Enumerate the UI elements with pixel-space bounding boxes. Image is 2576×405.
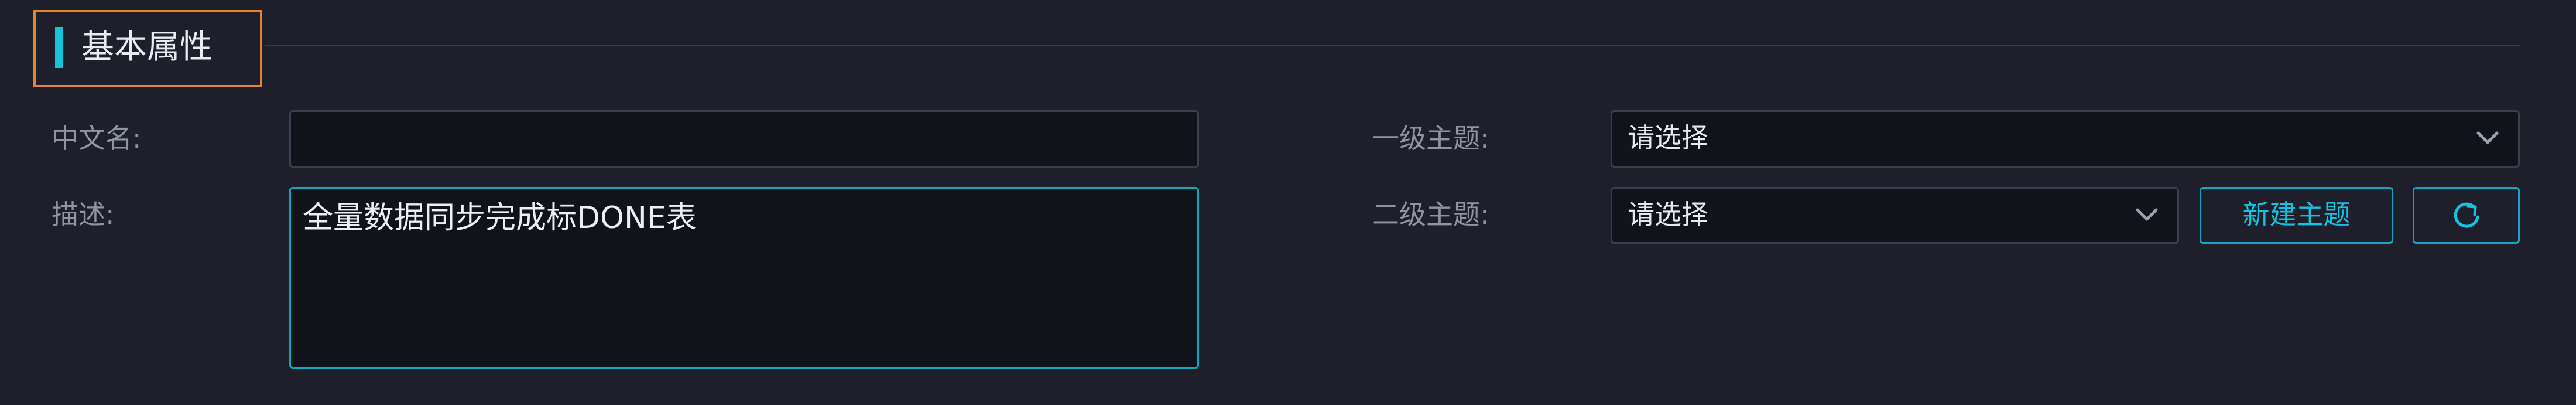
level2-topic-select[interactable]: 请选择 bbox=[1611, 187, 2179, 244]
refresh-button[interactable] bbox=[2413, 187, 2520, 244]
level2-topic-value: 请选择 bbox=[1628, 199, 1708, 230]
level2-topic-label: 二级主题: bbox=[1372, 199, 1489, 230]
section-accent-bar bbox=[55, 27, 63, 68]
level1-topic-label: 一级主题: bbox=[1372, 122, 1489, 154]
description-textarea[interactable]: 全量数据同步完成标DONE表 bbox=[289, 187, 1199, 369]
level1-topic-value: 请选择 bbox=[1628, 122, 1708, 154]
section-header: 基本属性 bbox=[33, 10, 262, 87]
section-divider bbox=[265, 45, 2520, 46]
chinese-name-input[interactable] bbox=[289, 110, 1199, 168]
chevron-down-icon bbox=[2476, 131, 2499, 144]
level1-topic-select[interactable]: 请选择 bbox=[1611, 110, 2520, 168]
chevron-down-icon bbox=[2136, 208, 2158, 221]
new-topic-button[interactable]: 新建主题 bbox=[2200, 187, 2393, 244]
refresh-icon bbox=[2454, 202, 2479, 228]
chinese-name-label: 中文名: bbox=[52, 122, 142, 154]
section-title: 基本属性 bbox=[81, 28, 213, 66]
description-label: 描述: bbox=[52, 199, 115, 230]
